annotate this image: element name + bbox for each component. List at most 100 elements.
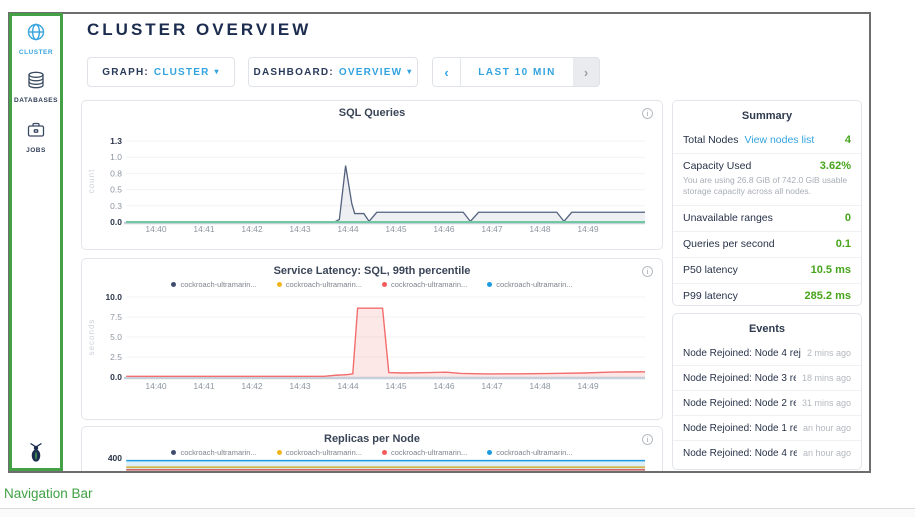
event-text: Node Rejoined: Node 4 rej... bbox=[683, 348, 801, 359]
svg-text:14:43: 14:43 bbox=[289, 224, 311, 234]
sidebar-item-databases[interactable]: DATABASES bbox=[10, 70, 62, 104]
sql-queries-chart-card: SQL Queries 0.00.30.50.81.01.314:4014:41… bbox=[81, 100, 663, 250]
svg-text:14:47: 14:47 bbox=[481, 381, 503, 391]
summary-row-capacity-used: Capacity Used 3.62% You are using 26.8 G… bbox=[673, 154, 861, 206]
events-title: Events bbox=[673, 314, 861, 341]
sql-queries-chart: 0.00.30.50.81.01.314:4014:4114:4214:4314… bbox=[82, 101, 664, 251]
sidebar-item-label: JOBS bbox=[10, 147, 62, 154]
svg-text:0.5: 0.5 bbox=[110, 185, 122, 195]
event-time: 31 mins ago bbox=[802, 398, 851, 408]
time-next-button[interactable]: › bbox=[573, 58, 599, 86]
database-icon bbox=[26, 77, 46, 94]
svg-text:1.3: 1.3 bbox=[110, 136, 122, 146]
replicas-per-node-chart-card: Replicas per Node cockroach-ultramarin..… bbox=[81, 426, 663, 473]
summary-row-value: 10.5 ms bbox=[811, 264, 851, 276]
summary-row-label: P99 latency bbox=[683, 290, 738, 302]
globe-icon bbox=[26, 29, 46, 46]
event-row[interactable]: Node Rejoined: Node 2 rej... 31 mins ago bbox=[673, 391, 861, 416]
event-time: 18 mins ago bbox=[802, 373, 851, 383]
svg-text:14:42: 14:42 bbox=[241, 224, 263, 234]
time-prev-button[interactable]: ‹ bbox=[433, 58, 461, 86]
summary-row-total-nodes: Total Nodes View nodes list 4 bbox=[673, 128, 861, 154]
summary-row-value: 4 bbox=[845, 134, 851, 146]
view-nodes-list-link[interactable]: View nodes list bbox=[744, 134, 814, 146]
svg-text:7.5: 7.5 bbox=[110, 312, 122, 322]
svg-text:0.0: 0.0 bbox=[110, 372, 122, 382]
event-row[interactable]: Node Rejoined: Node 4 rej... an hour ago bbox=[673, 441, 861, 465]
svg-text:1.0: 1.0 bbox=[110, 152, 122, 162]
event-text: Node Rejoined: Node 2 rej... bbox=[683, 398, 796, 409]
summary-row-value: 0.1 bbox=[836, 238, 851, 250]
summary-row-label: Unavailable ranges bbox=[683, 212, 773, 224]
svg-text:14:44: 14:44 bbox=[337, 381, 359, 391]
svg-text:14:49: 14:49 bbox=[577, 224, 599, 234]
summary-row-p50-latency: P50 latency 10.5 ms bbox=[673, 258, 861, 284]
sidebar-item-label: CLUSTER bbox=[10, 49, 62, 56]
summary-row-label: Total Nodes bbox=[683, 134, 738, 146]
replicas-per-node-chart: 400 bbox=[82, 427, 664, 473]
svg-text:0.8: 0.8 bbox=[110, 168, 122, 178]
page-bottom-strip bbox=[0, 509, 915, 517]
svg-text:0.3: 0.3 bbox=[110, 201, 122, 211]
svg-text:14:49: 14:49 bbox=[577, 381, 599, 391]
svg-text:14:42: 14:42 bbox=[241, 381, 263, 391]
graph-dropdown-label: GRAPH: bbox=[102, 67, 149, 78]
event-time: an hour ago bbox=[803, 423, 851, 433]
svg-text:5.0: 5.0 bbox=[110, 332, 122, 342]
event-row[interactable]: Node Rejoined: Node 4 rej... 2 mins ago bbox=[673, 341, 861, 366]
summary-row-label: Queries per second bbox=[683, 238, 775, 250]
capacity-used-description: You are using 26.8 GiB of 742.0 GiB usab… bbox=[683, 175, 851, 198]
svg-text:14:41: 14:41 bbox=[193, 224, 215, 234]
summary-title: Summary bbox=[673, 101, 861, 128]
briefcase-icon bbox=[26, 127, 46, 144]
service-latency-chart: 0.02.55.07.510.014:4014:4114:4214:4314:4… bbox=[82, 259, 664, 421]
svg-text:14:46: 14:46 bbox=[433, 224, 455, 234]
time-range-selector: ‹ LAST 10 MIN › bbox=[432, 57, 600, 87]
svg-text:14:45: 14:45 bbox=[385, 381, 407, 391]
summary-row-label: Capacity Used bbox=[683, 160, 751, 172]
chevron-down-icon: ▾ bbox=[407, 68, 412, 76]
svg-text:14:44: 14:44 bbox=[337, 224, 359, 234]
event-row[interactable]: Node Rejoined: Node 1 rej... an hour ago bbox=[673, 416, 861, 441]
dashboard-dropdown-value: OVERVIEW bbox=[339, 67, 402, 78]
dashboard-dropdown-label: DASHBOARD: bbox=[254, 67, 334, 78]
event-text: Node Rejoined: Node 4 rej... bbox=[683, 448, 797, 459]
event-text: Node Rejoined: Node 3 rej... bbox=[683, 373, 796, 384]
svg-text:400: 400 bbox=[108, 453, 122, 463]
svg-text:seconds: seconds bbox=[87, 319, 96, 356]
svg-text:10.0: 10.0 bbox=[105, 292, 122, 302]
events-panel: Events Node Rejoined: Node 4 rej... 2 mi… bbox=[672, 313, 862, 470]
event-text: Node Rejoined: Node 1 rej... bbox=[683, 423, 797, 434]
cockroachdb-logo-icon[interactable] bbox=[10, 441, 62, 470]
summary-row-value: 285.2 ms bbox=[805, 290, 851, 302]
time-range-label[interactable]: LAST 10 MIN bbox=[461, 58, 573, 86]
svg-text:14:48: 14:48 bbox=[529, 224, 551, 234]
summary-panel: Summary Total Nodes View nodes list 4 Ca… bbox=[672, 100, 862, 306]
svg-text:14:48: 14:48 bbox=[529, 381, 551, 391]
sidebar-item-cluster[interactable]: CLUSTER bbox=[10, 22, 62, 56]
svg-text:14:46: 14:46 bbox=[433, 381, 455, 391]
summary-row-label: P50 latency bbox=[683, 264, 738, 276]
svg-text:2.5: 2.5 bbox=[110, 352, 122, 362]
admin-ui-window: CLUSTER DATABASES bbox=[8, 12, 871, 473]
page-title: CLUSTER OVERVIEW bbox=[87, 20, 311, 40]
svg-text:14:45: 14:45 bbox=[385, 224, 407, 234]
svg-text:0.0: 0.0 bbox=[110, 217, 122, 227]
sidebar-item-jobs[interactable]: JOBS bbox=[10, 120, 62, 154]
svg-text:14:43: 14:43 bbox=[289, 381, 311, 391]
summary-row-queries-per-second: Queries per second 0.1 bbox=[673, 232, 861, 258]
summary-row-p99-latency: P99 latency 285.2 ms bbox=[673, 284, 861, 309]
event-time: an hour ago bbox=[803, 448, 851, 458]
event-row[interactable]: Node Rejoined: Node 3 rej... 18 mins ago bbox=[673, 366, 861, 391]
summary-row-value: 0 bbox=[845, 212, 851, 224]
dashboard-dropdown[interactable]: DASHBOARD: OVERVIEW ▾ bbox=[248, 57, 418, 87]
service-latency-chart-card: Service Latency: SQL, 99th percentile co… bbox=[81, 258, 663, 420]
annotation-label: Navigation Bar bbox=[4, 486, 93, 501]
graph-dropdown[interactable]: GRAPH: CLUSTER ▾ bbox=[87, 57, 235, 87]
summary-row-value: 3.62% bbox=[820, 160, 851, 172]
graph-dropdown-value: CLUSTER bbox=[154, 67, 210, 78]
svg-text:count: count bbox=[87, 169, 96, 194]
svg-text:14:40: 14:40 bbox=[145, 381, 167, 391]
svg-text:14:47: 14:47 bbox=[481, 224, 503, 234]
event-time: 2 mins ago bbox=[807, 348, 851, 358]
